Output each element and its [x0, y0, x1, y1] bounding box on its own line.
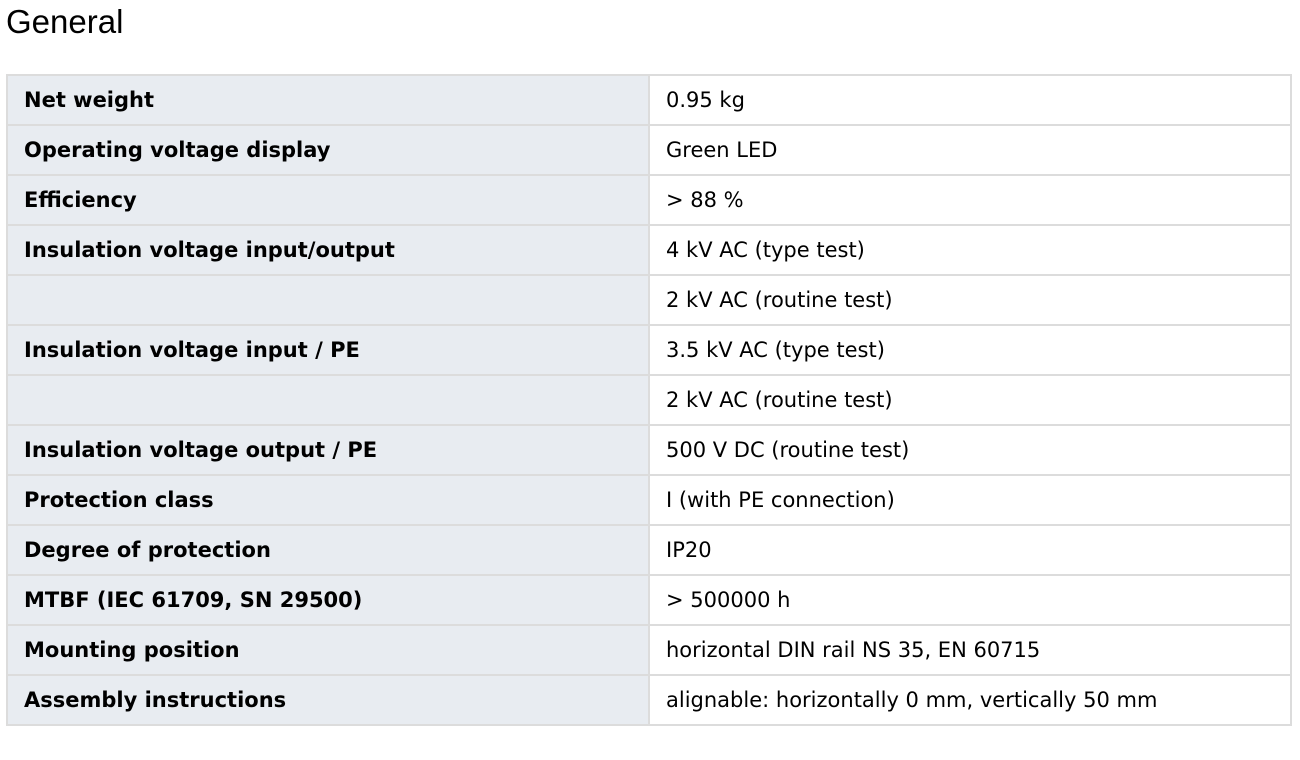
table-row: Operating voltage display Green LED [6, 124, 1292, 176]
table-row: MTBF (IEC 61709, SN 29500) > 500000 h [6, 574, 1292, 626]
row-label: MTBF (IEC 61709, SN 29500) [6, 574, 650, 626]
row-value: 0.95 kg [648, 74, 1292, 126]
section-title: General [6, 3, 124, 40]
row-label: Protection class [6, 474, 650, 526]
table-row: Assembly instructions alignable: horizon… [6, 674, 1292, 726]
table-row: 2 kV AC (routine test) [6, 274, 1292, 326]
row-value: horizontal DIN rail NS 35, EN 60715 [648, 624, 1292, 676]
row-label: Efficiency [6, 174, 650, 226]
table-row: Net weight 0.95 kg [6, 74, 1292, 126]
row-label: Insulation voltage output / PE [6, 424, 650, 476]
row-value: 500 V DC (routine test) [648, 424, 1292, 476]
row-label: Net weight [6, 74, 650, 126]
row-label: Mounting position [6, 624, 650, 676]
table-row: Protection class I (with PE connection) [6, 474, 1292, 526]
table-row: Insulation voltage output / PE 500 V DC … [6, 424, 1292, 476]
row-label: Degree of protection [6, 524, 650, 576]
row-label [6, 274, 650, 326]
spec-table: Net weight 0.95 kg Operating voltage dis… [6, 74, 1292, 726]
table-row: Degree of protection IP20 [6, 524, 1292, 576]
row-value: 2 kV AC (routine test) [648, 274, 1292, 326]
table-row: Insulation voltage input / PE 3.5 kV AC … [6, 324, 1292, 376]
table-row: Insulation voltage input/output 4 kV AC … [6, 224, 1292, 276]
row-value: alignable: horizontally 0 mm, vertically… [648, 674, 1292, 726]
row-label: Assembly instructions [6, 674, 650, 726]
table-row: Efficiency > 88 % [6, 174, 1292, 226]
row-value: 2 kV AC (routine test) [648, 374, 1292, 426]
row-value: 4 kV AC (type test) [648, 224, 1292, 276]
row-value: > 88 % [648, 174, 1292, 226]
row-value: > 500000 h [648, 574, 1292, 626]
row-value: 3.5 kV AC (type test) [648, 324, 1292, 376]
row-value: Green LED [648, 124, 1292, 176]
row-value: I (with PE connection) [648, 474, 1292, 526]
row-label: Insulation voltage input/output [6, 224, 650, 276]
row-label: Insulation voltage input / PE [6, 324, 650, 376]
table-row: 2 kV AC (routine test) [6, 374, 1292, 426]
row-label [6, 374, 650, 426]
row-value: IP20 [648, 524, 1292, 576]
table-row: Mounting position horizontal DIN rail NS… [6, 624, 1292, 676]
row-label: Operating voltage display [6, 124, 650, 176]
